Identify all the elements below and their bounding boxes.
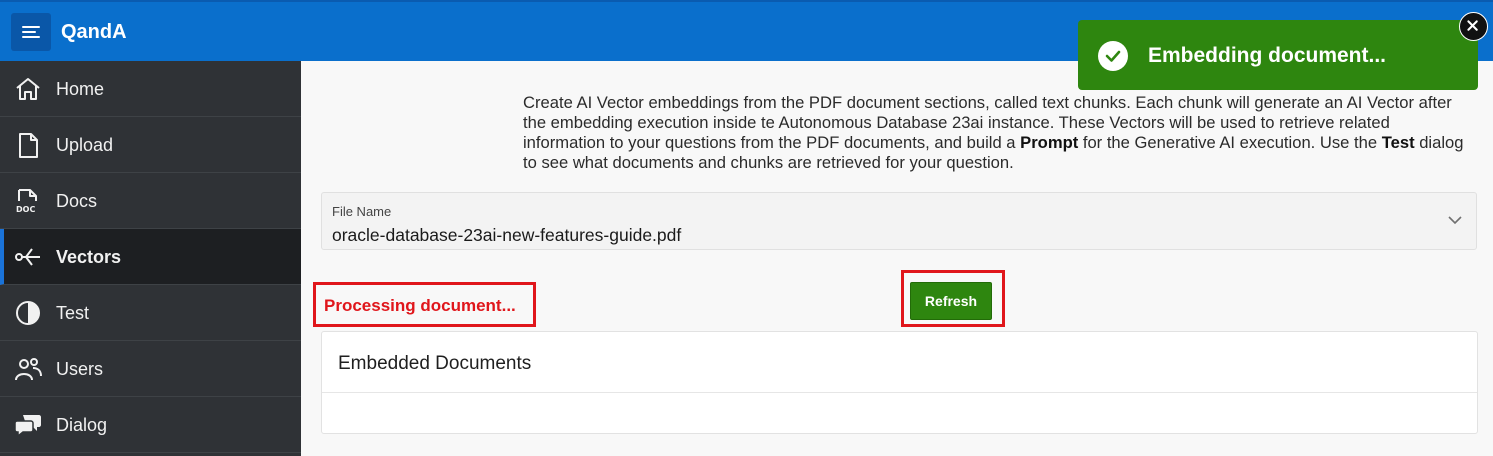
file-name-label: File Name — [332, 204, 392, 219]
sidebar-item-label: Upload — [56, 135, 114, 155]
toast-message: Embedding document... — [1148, 44, 1387, 67]
intro-text: Create AI Vector embeddings from the PDF… — [523, 93, 1468, 173]
doc-file-icon: DOC — [16, 189, 37, 214]
sidebar-item-label: Dialog — [56, 415, 108, 435]
chat-bubbles-icon — [14, 415, 41, 438]
home-icon — [16, 78, 40, 100]
sidebar-item-users[interactable]: Users — [0, 341, 301, 397]
close-icon[interactable] — [1459, 12, 1488, 41]
sidebar-item-test[interactable]: Test — [0, 285, 301, 341]
sidebar-item-label: Vectors — [56, 247, 122, 267]
file-icon — [19, 133, 38, 158]
sidebar-nav: Home Upload DOC Docs Vectors Test Users … — [0, 61, 301, 456]
refresh-highlight: Refresh — [901, 270, 1005, 327]
sidebar-item-vectors[interactable]: Vectors — [0, 229, 301, 285]
chevron-down-icon[interactable] — [1448, 215, 1462, 225]
sidebar-item-label: Users — [56, 359, 104, 379]
hamburger-icon — [22, 26, 40, 28]
intro-bold-prompt: Prompt — [1020, 133, 1079, 152]
processing-highlight: Processing document... — [313, 282, 536, 327]
file-name-select[interactable]: File Name oracle-database-23ai-new-featu… — [321, 192, 1477, 250]
intro-bold-test: Test — [1381, 133, 1415, 152]
sidebar-item-label: Docs — [56, 191, 98, 211]
success-toast: Embedding document... — [1078, 20, 1478, 90]
sidebar-item-docs[interactable]: DOC Docs — [0, 173, 301, 229]
sidebar-item-dialog[interactable]: Dialog — [0, 397, 301, 453]
region-title: Embedded Documents — [338, 353, 532, 374]
check-circle-icon — [1098, 41, 1128, 71]
app-title[interactable]: QandA — [61, 21, 127, 44]
sidebar-item-home[interactable]: Home — [0, 61, 301, 117]
processing-status-text: Processing document... — [324, 296, 516, 315]
intro-text-part: for the Generative AI execution. Use the — [1078, 133, 1382, 152]
sidebar-item-label: Test — [56, 303, 90, 323]
refresh-button[interactable]: Refresh — [910, 282, 992, 320]
sidebar-item-label: Home — [56, 79, 105, 99]
hamburger-menu-button[interactable] — [11, 13, 51, 51]
hamburger-icon-bar — [22, 31, 36, 33]
contrast-icon — [16, 301, 40, 325]
sidebar-item-upload[interactable]: Upload — [0, 117, 301, 173]
svg-text:DOC: DOC — [16, 205, 35, 214]
hamburger-icon-bar — [22, 36, 40, 38]
embedded-documents-region: Embedded Documents — [321, 331, 1478, 434]
region-divider — [322, 392, 1477, 393]
main-content: Create AI Vector embeddings from the PDF… — [301, 61, 1493, 456]
vector-arrow-icon — [15, 248, 40, 266]
file-name-value: oracle-database-23ai-new-features-guide.… — [332, 225, 682, 245]
users-icon — [15, 358, 42, 381]
